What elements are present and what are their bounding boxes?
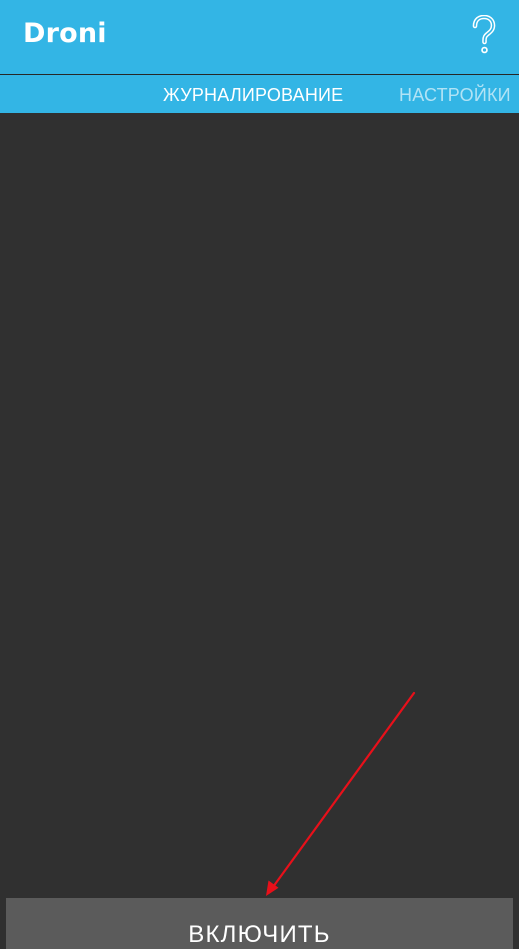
help-question-icon — [472, 15, 496, 54]
tab-journaling[interactable]: ЖУРНАЛИРОВАНИЕ — [163, 85, 343, 106]
help-button[interactable] — [467, 10, 501, 60]
content-area — [0, 113, 519, 898]
app-window: Droni ЖУРНАЛИРОВАНИЕ НАСТРОЙКИ ВКЛЮЧИТЬ — [0, 0, 519, 949]
app-title: Droni — [23, 18, 107, 49]
app-bar: Droni — [0, 0, 519, 74]
enable-button[interactable]: ВКЛЮЧИТЬ — [6, 898, 513, 949]
tab-bar: ЖУРНАЛИРОВАНИЕ НАСТРОЙКИ — [0, 75, 519, 113]
tab-settings[interactable]: НАСТРОЙКИ — [399, 85, 511, 106]
log-area — [0, 113, 519, 898]
